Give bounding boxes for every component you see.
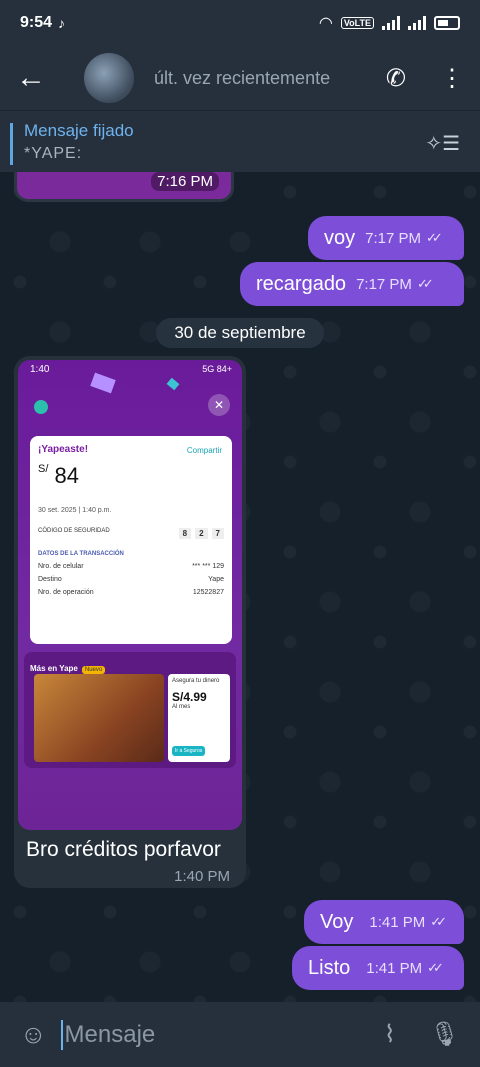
avatar[interactable] <box>84 53 134 103</box>
message-input[interactable]: Mensaje <box>60 1019 155 1050</box>
message-time: 1:41 PM <box>369 913 426 931</box>
pin-list-icon[interactable]: ✧☰ <box>425 131 460 156</box>
message-time: 7:17 PM <box>356 275 412 293</box>
message-time: 1:40 PM <box>174 868 230 885</box>
transaction-header: DATOS DE LA TRANSACCIÓN <box>38 551 124 557</box>
date-separator: 30 de septiembre <box>156 318 324 348</box>
image-caption: Bro créditos porfavor <box>26 838 221 861</box>
signal-icon-2 <box>408 16 426 30</box>
security-code: 8 2 7 <box>178 528 224 539</box>
message-composer: ☺ Mensaje ⌇ 🎙 <box>0 1002 480 1067</box>
transaction-row: Nro. de celular *** *** 129 <box>38 563 224 570</box>
promo-photo <box>34 674 164 762</box>
promo-label: Más en Yape <box>30 664 78 673</box>
volte-badge: VoLTE <box>340 17 374 29</box>
security-code-label: CÓDIGO DE SEGURIDAD <box>38 528 110 534</box>
yape-receipt-image[interactable]: 1:40 5G 84+ ✕ ¡Yapeaste! Compartir S/ 84… <box>18 360 242 830</box>
share-link: Compartir <box>186 446 222 455</box>
message-bubble-voy[interactable]: voy 7:17 PM ✓✓ <box>308 216 464 260</box>
double-check-icon: ✓✓ <box>427 960 444 975</box>
last-seen-status[interactable]: últ. vez recientemente <box>154 68 330 89</box>
battery-icon <box>434 16 460 30</box>
promo-badge: Nuevo <box>81 666 106 674</box>
tiktok-icon: ♪ <box>58 15 66 31</box>
receipt-date: 30 set. 2025 | 1:40 p.m. <box>38 507 112 514</box>
message-time: 7:17 PM <box>365 229 421 247</box>
transaction-row: Destino Yape <box>38 576 224 583</box>
confetti <box>34 400 48 414</box>
screenshot-status-right: 5G 84+ <box>202 364 232 374</box>
status-icons: ◠ VoLTE <box>319 13 460 33</box>
confetti <box>166 377 180 391</box>
signal-icon <box>382 16 400 30</box>
previous-image-message[interactable]: 7:16 PM <box>14 172 234 202</box>
transaction-row: Nro. de operación 12522827 <box>38 589 224 596</box>
pinned-message[interactable]: Mensaje fijado *YAPE: ✧☰ <box>0 110 480 172</box>
screenshot-status-time: 1:40 <box>30 364 50 375</box>
microphone-icon[interactable]: 🎙 <box>430 1020 460 1049</box>
pinned-indicator <box>10 123 13 165</box>
status-time: 9:54 <box>20 14 53 31</box>
wifi-icon: ◠ <box>318 15 333 32</box>
message-text: voy <box>324 226 356 249</box>
message-text: Listo <box>308 956 351 979</box>
double-check-icon: ✓✓ <box>430 914 447 929</box>
promo-banner: Más en Yape Nuevo Asegura tu dinero S/4.9… <box>24 652 236 768</box>
message-time: 1:41 PM <box>366 959 423 977</box>
close-icon: ✕ <box>208 394 230 416</box>
chat-header: ← últ. vez recientemente ✆ ⋮ <box>0 46 480 110</box>
image-message-bubble[interactable]: 1:40 5G 84+ ✕ ¡Yapeaste! Compartir S/ 84… <box>14 356 246 888</box>
confetti <box>90 372 116 394</box>
double-check-icon: ✓✓ <box>416 276 434 291</box>
receipt-card: ¡Yapeaste! Compartir S/ 84 30 set. 2025 … <box>30 436 232 644</box>
message-bubble-listo[interactable]: Listo 1:41 PM ✓✓ <box>292 946 464 990</box>
promo-cta: Ir a Seguros <box>172 746 206 756</box>
status-bar: 9:54 ♪ ◠ VoLTE <box>0 0 480 46</box>
message-text: Voy <box>320 910 354 933</box>
attach-icon[interactable]: ⌇ <box>384 1020 396 1049</box>
sticker-icon[interactable]: ☺ <box>20 1019 47 1050</box>
message-text: recargado <box>256 272 347 295</box>
pinned-title: Mensaje fijado <box>24 121 134 140</box>
double-check-icon: ✓✓ <box>426 230 443 245</box>
promo-offer: Asegura tu dinero S/4.99 Al mes Ir a Seg… <box>168 674 230 762</box>
chat-area[interactable]: 7:16 PM voy 7:17 PM ✓✓ recargado 7:17 PM ✓… <box>0 172 480 1002</box>
message-time: 7:16 PM <box>151 172 219 191</box>
receipt-amount: S/ 84 <box>38 463 80 488</box>
message-bubble-recargado[interactable]: recargado 7:17 PM ✓✓ <box>240 262 464 306</box>
message-bubble-voy-2[interactable]: Voy 1:41 PM ✓✓ <box>304 900 464 944</box>
arrow-left-icon[interactable]: ← <box>16 61 62 95</box>
phone-icon[interactable]: ✆ <box>386 64 406 93</box>
more-vertical-icon[interactable]: ⋮ <box>440 64 464 93</box>
pinned-text: *YAPE: <box>24 145 83 162</box>
